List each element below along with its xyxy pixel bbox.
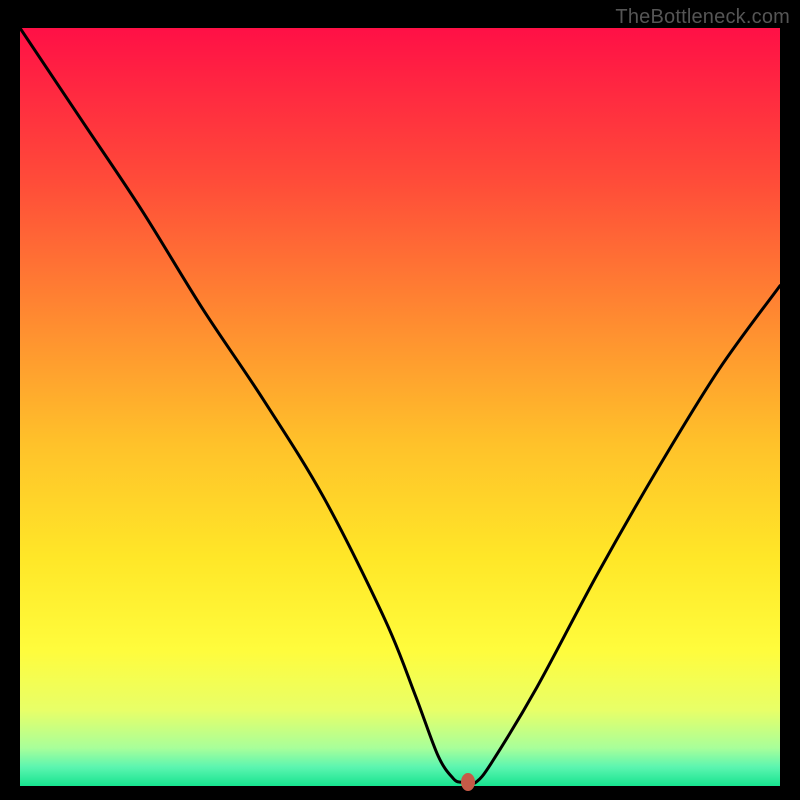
chart-frame: TheBottleneck.com [0,0,800,800]
gradient-rect [20,28,780,786]
chart-svg [20,28,780,786]
plot-area [20,28,780,786]
watermark-text: TheBottleneck.com [615,6,790,29]
